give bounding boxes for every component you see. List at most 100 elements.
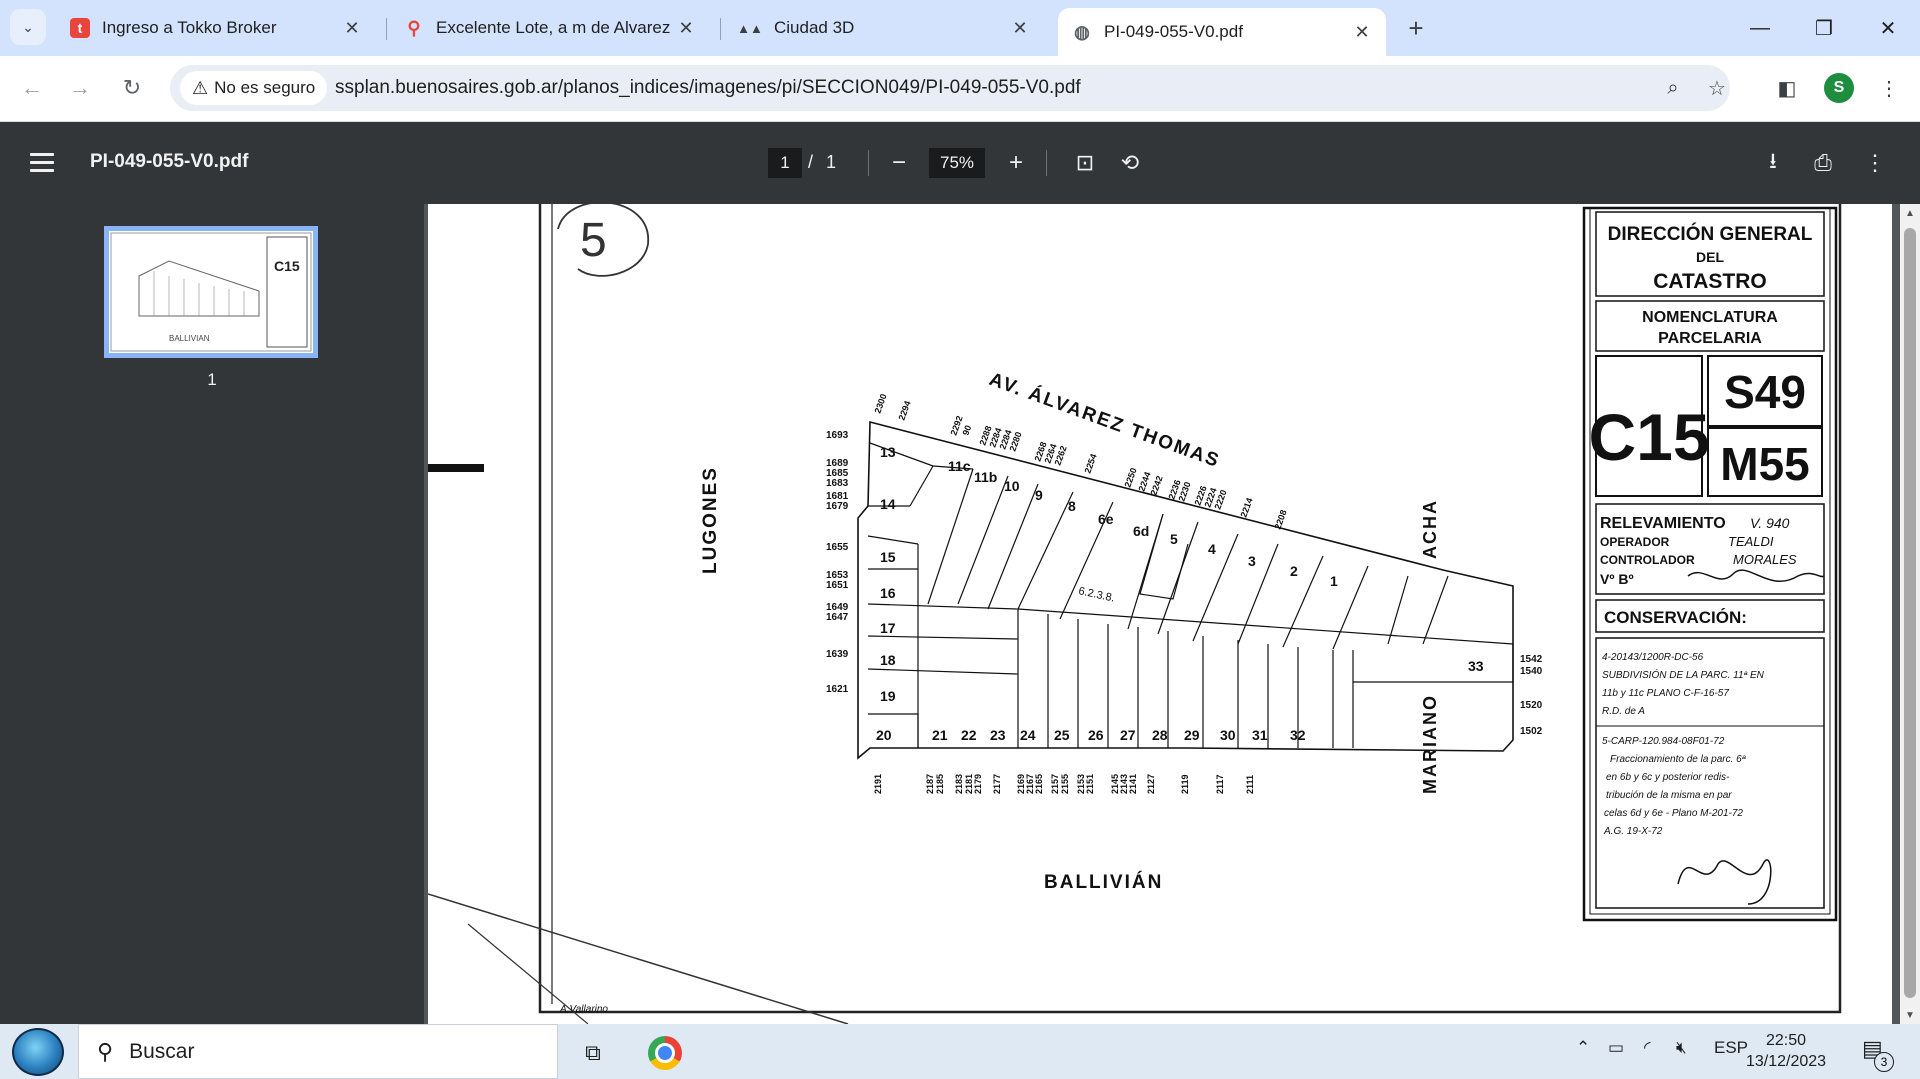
speaker-muted-icon[interactable]: 🔇︎ (1676, 1038, 1687, 1058)
new-tab-button[interactable]: + (1400, 12, 1432, 44)
warning-icon: ⚠ (192, 77, 209, 98)
address-label: 2208 (1272, 508, 1288, 530)
address-label: 2141 (1128, 774, 1138, 794)
close-icon[interactable]: ✕ (340, 16, 364, 40)
close-icon[interactable]: ✕ (674, 16, 698, 40)
parcel-label: 18 (880, 652, 896, 668)
address-label: 2119 (1180, 774, 1190, 794)
avatar[interactable]: S (1824, 73, 1854, 103)
address-label: 2187 (925, 774, 935, 794)
address-label: 2155 (1060, 774, 1070, 794)
zoom-input[interactable]: 75% (929, 148, 985, 178)
url-text[interactable]: ssplan.buenosaires.gob.ar/planos_indices… (335, 77, 1081, 99)
address-label: 2294 (896, 399, 912, 421)
scroll-thumb[interactable] (1904, 228, 1916, 998)
address-label: 2165 (1034, 774, 1044, 794)
parcel-label: 13 (880, 444, 896, 460)
page-thumbnail[interactable]: C15 BALLIVIAN (104, 226, 318, 358)
address-label: 2177 (992, 774, 1002, 794)
omnibox[interactable]: ⚠ No es seguro ssplan.buenosaires.gob.ar… (170, 65, 1730, 111)
zoom-out-button[interactable]: − (882, 146, 916, 180)
close-icon[interactable]: ✕ (1350, 20, 1374, 44)
taskbar-search[interactable]: ⚲ Buscar (78, 1024, 558, 1079)
tab-pdf[interactable]: ◍ PI-049-055-V0.pdf ✕ (1058, 8, 1386, 56)
thumbnail-sidebar: C15 BALLIVIAN 1 (0, 204, 424, 1024)
address-label: 1693 (826, 430, 849, 441)
bookmark-star-icon[interactable]: ☆ (1702, 73, 1732, 103)
rotate-icon: ⟲ (1120, 150, 1140, 175)
close-window-button[interactable]: ✕ (1858, 8, 1918, 48)
zoom-in-button[interactable]: + (999, 146, 1033, 180)
tab-title: Excelente Lote, a m de Alvarez T (436, 18, 674, 37)
tab-divider (720, 18, 721, 40)
minimize-button[interactable]: — (1730, 8, 1790, 48)
fit-page-button[interactable]: ⊡ (1068, 146, 1102, 180)
download-button[interactable]: ⭳ (1756, 146, 1790, 180)
corner-signature: A.Vallarino (559, 1004, 608, 1015)
more-options-button[interactable]: ⋮ (1858, 146, 1892, 180)
scroll-down-icon[interactable]: ▼ (1900, 1006, 1920, 1024)
security-label: No es seguro (214, 78, 316, 97)
address-label: 1651 (826, 580, 849, 591)
kebab-menu-icon[interactable]: ⋮ (1872, 71, 1906, 105)
thumbnail-preview: C15 BALLIVIAN (110, 232, 312, 352)
parcel-label: 8 (1068, 498, 1076, 514)
parcel-label: 30 (1220, 727, 1236, 743)
tab-excelente-lote[interactable]: ⚲ Excelente Lote, a m de Alvarez T ✕ (390, 8, 710, 48)
signature-mark (1677, 859, 1772, 905)
reload-button[interactable]: ↻ (114, 70, 150, 106)
tb-block: M55 (1720, 438, 1809, 490)
back-button[interactable]: ← (14, 70, 50, 106)
zoom-icon[interactable]: ⌕ (1658, 73, 1688, 103)
parcel-label: 27 (1120, 727, 1136, 743)
parcel-label: 21 (932, 727, 948, 743)
parcel-label: 32 (1290, 727, 1306, 743)
task-view-icon[interactable]: ⧉ (564, 1030, 622, 1075)
print-button[interactable]: ⎙ (1806, 146, 1840, 180)
restore-button[interactable]: ❐ (1794, 8, 1854, 48)
parcel-label: 29 (1184, 727, 1200, 743)
pdf-filename: PI-049-055-V0.pdf (90, 151, 249, 172)
tab-title: PI-049-055-V0.pdf (1104, 22, 1243, 41)
address-label: 1647 (826, 612, 849, 623)
address-label: 1542 (1520, 654, 1543, 665)
tb-note: 11b y 11c PLANO C-F-16-57 (1602, 688, 1729, 699)
pdf-toolbar: PI-049-055-V0.pdf 1 / 1 − 75% + ⊡ ⟲ ⭳ ⎙ … (0, 122, 1920, 204)
address-label: 90 (960, 424, 973, 437)
tab-ciudad-3d[interactable]: ▲▲ Ciudad 3D ✕ (724, 8, 1044, 48)
side-panel-icon[interactable]: ◧ (1770, 71, 1804, 105)
page-number-input[interactable]: 1 (768, 148, 802, 178)
address-label: 2157 (1050, 774, 1060, 794)
battery-icon[interactable]: ▭ (1608, 1038, 1624, 1058)
close-icon[interactable]: ✕ (1008, 16, 1032, 40)
parcel-label: 11c (948, 458, 971, 474)
tab-tokko[interactable]: t Ingreso a Tokko Broker ✕ (56, 8, 376, 48)
scrollbar[interactable]: ▲ ▼ (1900, 204, 1920, 1024)
rotate-button[interactable]: ⟲ (1113, 146, 1147, 180)
tb-note: 4-20143/1200R-DC-56 (1602, 652, 1704, 663)
tb-conservation-label: CONSERVACIÓN: (1604, 608, 1747, 627)
chevron-up-icon[interactable]: ⌃ (1576, 1038, 1590, 1058)
tb-nomenclature-1: NOMENCLATURA (1642, 309, 1778, 326)
forward-button[interactable]: → (62, 70, 98, 106)
ba-logo-icon: ▲▲ (737, 20, 763, 36)
parcel-label: 6e (1098, 511, 1114, 527)
street-east-1: MARIANO (1420, 694, 1440, 794)
document-area[interactable]: 5 13 14 15 16 17 18 19 20 11c 11b 10 9 8… (424, 204, 1900, 1024)
tb-controller-label: CONTROLADOR (1600, 553, 1695, 567)
page-total: 1 (826, 152, 837, 172)
scroll-up-icon[interactable]: ▲ (1900, 204, 1920, 222)
hamburger-menu-icon[interactable] (30, 146, 62, 178)
start-button[interactable] (12, 1028, 64, 1076)
chrome-taskbar-button[interactable] (636, 1030, 694, 1075)
street-west: LUGONES (700, 466, 721, 574)
wifi-icon[interactable]: ◜ (1644, 1038, 1651, 1058)
parcel-label: 11b (974, 469, 997, 485)
signature-mark (1687, 569, 1825, 583)
security-chip[interactable]: ⚠ No es seguro (180, 71, 328, 105)
tab-search-button[interactable]: ⌄ (10, 9, 46, 45)
thumbnail-page-number: 1 (207, 370, 217, 389)
parcel-label: 1 (1330, 573, 1338, 589)
clock[interactable]: 22:50 13/12/2023 (1740, 1030, 1832, 1072)
parcel-label: 19 (880, 688, 896, 704)
